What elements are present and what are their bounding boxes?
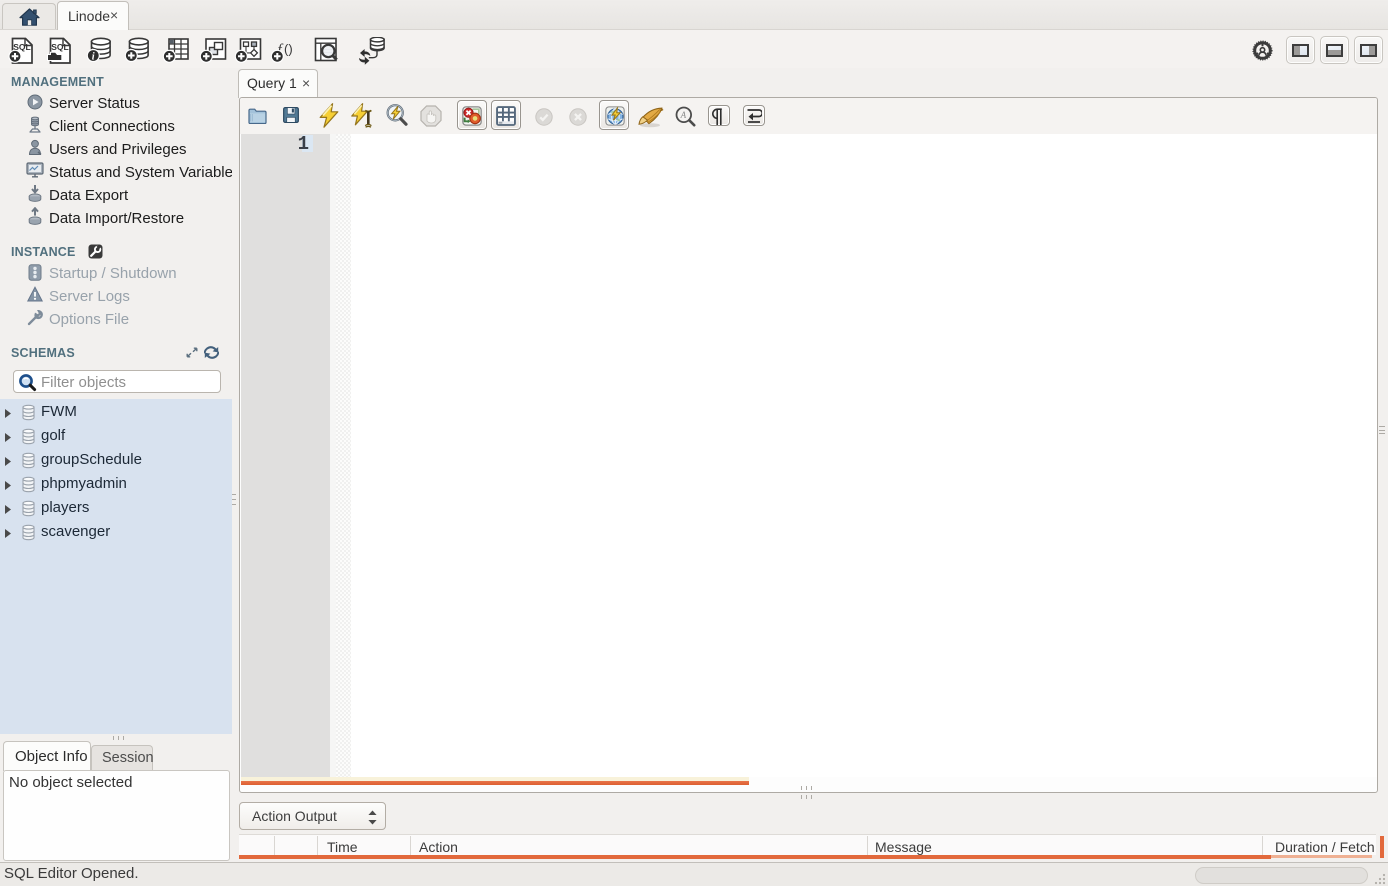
svg-text:(): () (284, 42, 293, 57)
svg-text:i: i (92, 51, 95, 62)
svg-text:SQL: SQL (51, 42, 68, 52)
svg-text:A: A (680, 110, 687, 120)
